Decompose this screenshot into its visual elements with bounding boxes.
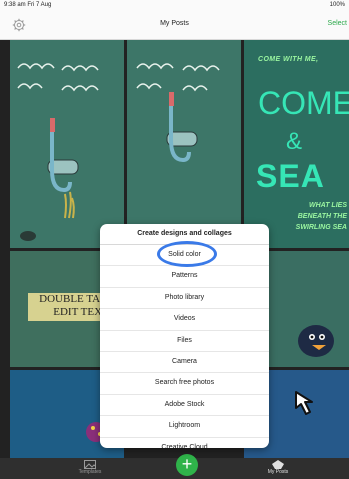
snorkel-illustration [17,63,99,241]
menu-item-photo-library[interactable]: Photo library [100,288,269,310]
tile-text: COME [258,85,349,121]
tile-text: SEA [256,158,325,194]
tile-text: COME WITH ME, [258,56,319,63]
menu-item-camera[interactable]: Camera [100,352,269,374]
create-menu: Create designs and collages Solid color … [100,224,269,448]
menu-item-adobe-stock[interactable]: Adobe Stock [100,395,269,417]
menu-item-creative-cloud[interactable]: Creative Cloud [100,438,269,448]
status-time: 9:38 am Fri 7 Aug [4,2,52,8]
page-title: My Posts [160,20,189,27]
cursor-arrow-icon [295,391,313,415]
image-icon [84,460,96,469]
post-thumbnail[interactable] [10,40,124,248]
tile-text: & [286,128,303,155]
menu-item-lightroom[interactable]: Lightroom [100,416,269,438]
menu-item-solid-color[interactable]: Solid color [100,245,269,267]
post-thumbnail[interactable]: COME WITH ME, COME & SEA WHAT LIES BENEA… [244,40,349,248]
snorkel-illustration [136,63,220,163]
tab-bar: Templates My Posts [0,458,349,479]
status-bar: 9:38 am Fri 7 Aug 100% [0,0,349,12]
tab-templates-label: Templates [78,469,102,475]
tile-text: WHAT LIES BENEATH THE SWIRLING SEA [295,202,347,231]
add-button[interactable]: + [176,454,198,476]
menu-item-files[interactable]: Files [100,331,269,352]
menu-item-search-free-photos[interactable]: Search free photos [100,373,269,395]
menu-header: Create designs and collages [100,224,269,245]
menu-item-videos[interactable]: Videos [100,309,269,331]
menu-item-patterns[interactable]: Patterns [100,266,269,288]
nav-bar: My Posts Select [0,12,349,40]
tab-my-posts-label: My Posts [267,469,289,475]
tab-templates[interactable]: Templates [60,460,120,475]
select-button[interactable]: Select [328,20,347,27]
posts-icon [272,460,284,469]
tab-my-posts[interactable]: My Posts [248,460,308,475]
battery-indicator: 100% [329,2,345,8]
post-thumbnail[interactable] [127,40,241,248]
